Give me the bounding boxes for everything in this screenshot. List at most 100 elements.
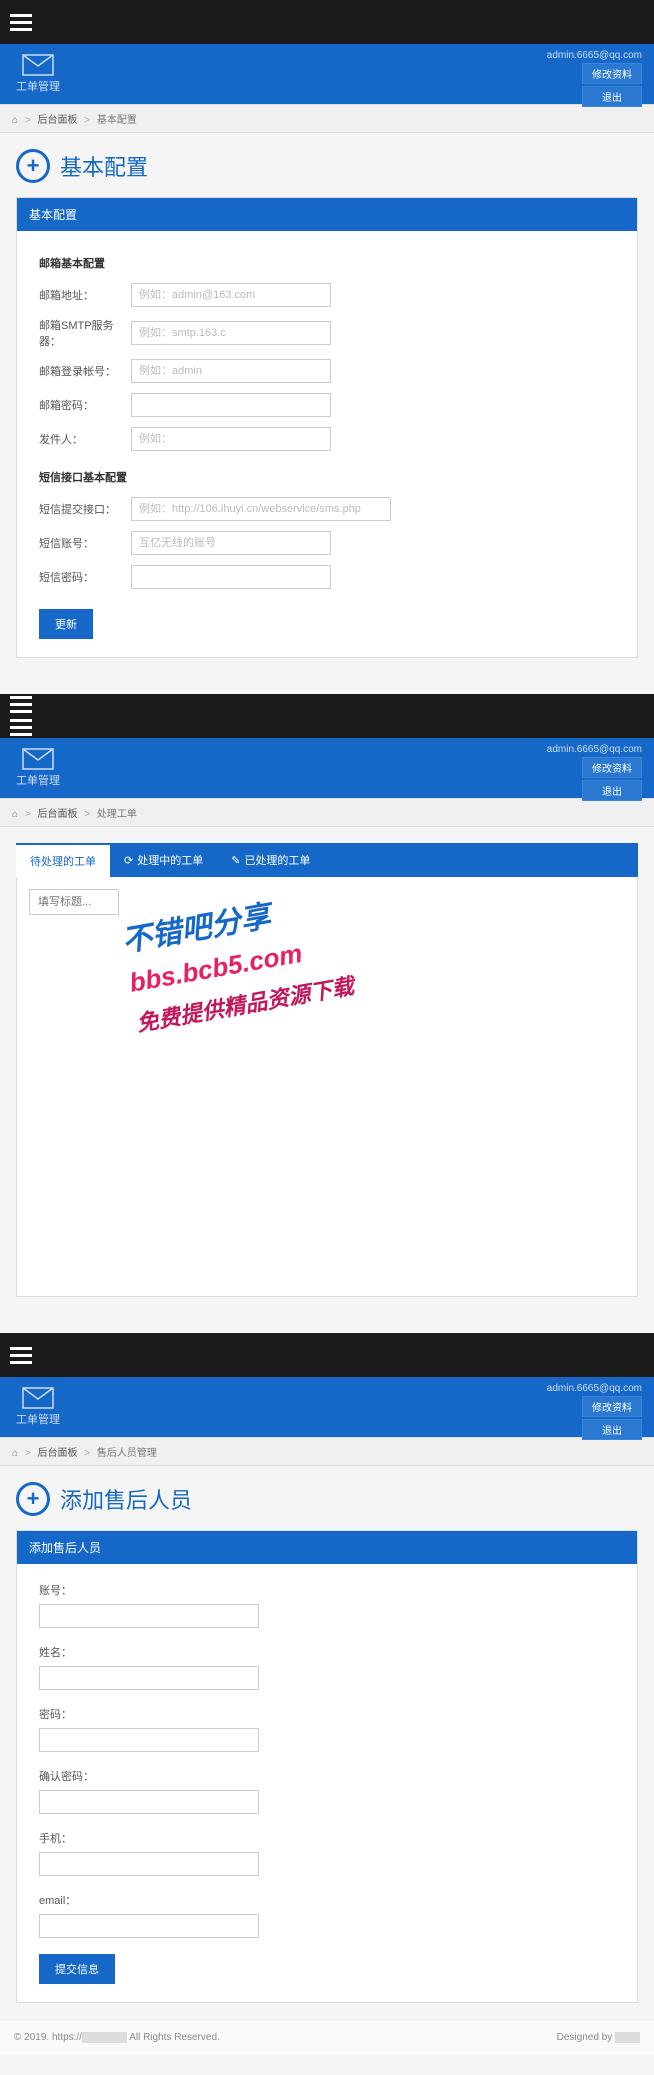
plus-circle-icon[interactable]: + [16, 149, 50, 183]
brand: 工单管理 [16, 54, 60, 94]
hamburger-icon[interactable] [10, 1347, 32, 1364]
input-sms-api[interactable] [131, 497, 391, 521]
header-bar: 工单管理 admin.6665@qq.com 修改资料 退出 [0, 738, 654, 798]
input-email[interactable] [39, 1914, 259, 1938]
page-title-row: + 基本配置 [16, 149, 638, 183]
panel-header: 添加售后人员 [17, 1531, 637, 1564]
ticket-tabs: 待处理的工单 ⟳处理中的工单 ✎已处理的工单 [16, 843, 638, 877]
screen-add-staff: 工单管理 admin.6665@qq.com 修改资料 退出 ⌂ > 后台面板 … [0, 1333, 654, 2055]
logout-button[interactable]: 退出 [582, 1419, 642, 1440]
user-email: admin.6665@qq.com [547, 1383, 642, 1394]
user-menu: admin.6665@qq.com 修改资料 退出 [547, 1383, 642, 1440]
label-email-pass: 邮箱密码： [39, 397, 131, 413]
envelope-icon [22, 748, 54, 770]
panel-header: 基本配置 [17, 198, 637, 231]
bc-current: 基本配置 [97, 115, 137, 126]
label-name: 姓名： [39, 1644, 72, 1660]
config-panel: 基本配置 邮箱基本配置 邮箱地址： 邮箱SMTP服务器： 邮箱登录帐号： 邮箱密… [16, 197, 638, 658]
edit-icon: ✎ [231, 854, 240, 867]
brand-title: 工单管理 [16, 772, 60, 788]
label-confirm: 确认密码： [39, 1768, 94, 1784]
label-email-addr: 邮箱地址： [39, 287, 131, 303]
label-account: 账号： [39, 1582, 72, 1598]
logout-button[interactable]: 退出 [582, 780, 642, 801]
label-phone: 手机： [39, 1830, 72, 1846]
bc-panel-link[interactable]: 后台面板 [37, 1448, 77, 1459]
footer-right: Designed by xxxxx [557, 2032, 640, 2043]
bc-panel-link[interactable]: 后台面板 [37, 809, 77, 820]
screen-tickets: 工单管理 admin.6665@qq.com 修改资料 退出 ⌂ > 后台面板 … [0, 694, 654, 1313]
topbar [0, 1333, 654, 1377]
footer-left: © 2019. https://xxxxxxxxx All Rights Res… [14, 2032, 220, 2043]
label-email: email： [39, 1892, 76, 1908]
breadcrumb: ⌂ > 后台面板 > 处理工单 [0, 798, 654, 827]
email-section-label: 邮箱基本配置 [39, 255, 615, 271]
watermark: 不错吧分享 bbs.bcb5.com 免费提供精品资源下载 [118, 879, 356, 1038]
envelope-icon [22, 1387, 54, 1409]
profile-button[interactable]: 修改资料 [582, 1396, 642, 1417]
hamburger-icon-2[interactable] [10, 719, 32, 736]
label-sms-pass: 短信密码： [39, 569, 131, 585]
bc-current: 售后人员管理 [97, 1448, 157, 1459]
input-email-account[interactable] [131, 359, 331, 383]
label-smtp: 邮箱SMTP服务器： [39, 317, 131, 349]
tab-processing[interactable]: ⟳处理中的工单 [110, 843, 217, 877]
input-sender[interactable] [131, 427, 331, 451]
envelope-icon [22, 54, 54, 76]
label-sms-api: 短信提交接口： [39, 501, 131, 517]
profile-button[interactable]: 修改资料 [582, 757, 642, 778]
brand: 工单管理 [16, 748, 60, 788]
search-input[interactable] [29, 889, 119, 915]
header-bar: 工单管理 admin.6665@qq.com 修改资料 退出 [0, 44, 654, 104]
page-title-row: + 添加售后人员 [16, 1482, 638, 1516]
profile-button[interactable]: 修改资料 [582, 63, 642, 84]
user-menu: admin.6665@qq.com 修改资料 退出 [547, 744, 642, 801]
user-email: admin.6665@qq.com [547, 50, 642, 61]
topbar [0, 694, 654, 738]
label-sender: 发件人： [39, 431, 131, 447]
hamburger-icon[interactable] [10, 14, 32, 31]
input-email-pass[interactable] [131, 393, 331, 417]
home-icon[interactable]: ⌂ [12, 809, 18, 820]
label-email-account: 邮箱登录帐号： [39, 363, 131, 379]
screen-basic-config: 工单管理 admin.6665@qq.com 修改资料 退出 ⌂ > 后台面板 … [0, 0, 654, 674]
submit-button[interactable]: 提交信息 [39, 1954, 115, 1984]
footer: © 2019. https://xxxxxxxxx All Rights Res… [0, 2019, 654, 2055]
input-phone[interactable] [39, 1852, 259, 1876]
brand-title: 工单管理 [16, 78, 60, 94]
home-icon[interactable]: ⌂ [12, 115, 18, 126]
breadcrumb: ⌂ > 后台面板 > 基本配置 [0, 104, 654, 133]
input-sms-account[interactable] [131, 531, 331, 555]
user-menu: admin.6665@qq.com 修改资料 退出 [547, 50, 642, 107]
sms-section-label: 短信接口基本配置 [39, 469, 615, 485]
label-sms-account: 短信账号： [39, 535, 131, 551]
home-icon[interactable]: ⌂ [12, 1448, 18, 1459]
hamburger-icon[interactable] [10, 696, 32, 713]
brand: 工单管理 [16, 1387, 60, 1427]
staff-panel: 添加售后人员 账号： 姓名： 密码： 确认密码： 手机： email： 提交信息 [16, 1530, 638, 2003]
update-button[interactable]: 更新 [39, 609, 93, 639]
input-confirm[interactable] [39, 1790, 259, 1814]
input-account[interactable] [39, 1604, 259, 1628]
email-form: 邮箱地址： 邮箱SMTP服务器： 邮箱登录帐号： 邮箱密码： 发件人： [39, 283, 615, 451]
input-password[interactable] [39, 1728, 259, 1752]
input-sms-pass[interactable] [131, 565, 331, 589]
breadcrumb: ⌂ > 后台面板 > 售后人员管理 [0, 1437, 654, 1466]
label-password: 密码： [39, 1706, 72, 1722]
logout-button[interactable]: 退出 [582, 86, 642, 107]
brand-title: 工单管理 [16, 1411, 60, 1427]
topbar [0, 0, 654, 44]
bc-panel-link[interactable]: 后台面板 [37, 115, 77, 126]
input-smtp[interactable] [131, 321, 331, 345]
bc-current: 处理工单 [97, 809, 137, 820]
tab-done[interactable]: ✎已处理的工单 [217, 843, 324, 877]
input-email-addr[interactable] [131, 283, 331, 307]
input-name[interactable] [39, 1666, 259, 1690]
header-bar: 工单管理 admin.6665@qq.com 修改资料 退出 [0, 1377, 654, 1437]
tab-pending[interactable]: 待处理的工单 [16, 843, 110, 877]
page-title: 基本配置 [60, 150, 148, 182]
page-title: 添加售后人员 [60, 1483, 192, 1515]
refresh-icon: ⟳ [124, 854, 133, 867]
sms-form: 短信提交接口： 短信账号： 短信密码： [39, 497, 615, 589]
plus-circle-icon[interactable]: + [16, 1482, 50, 1516]
